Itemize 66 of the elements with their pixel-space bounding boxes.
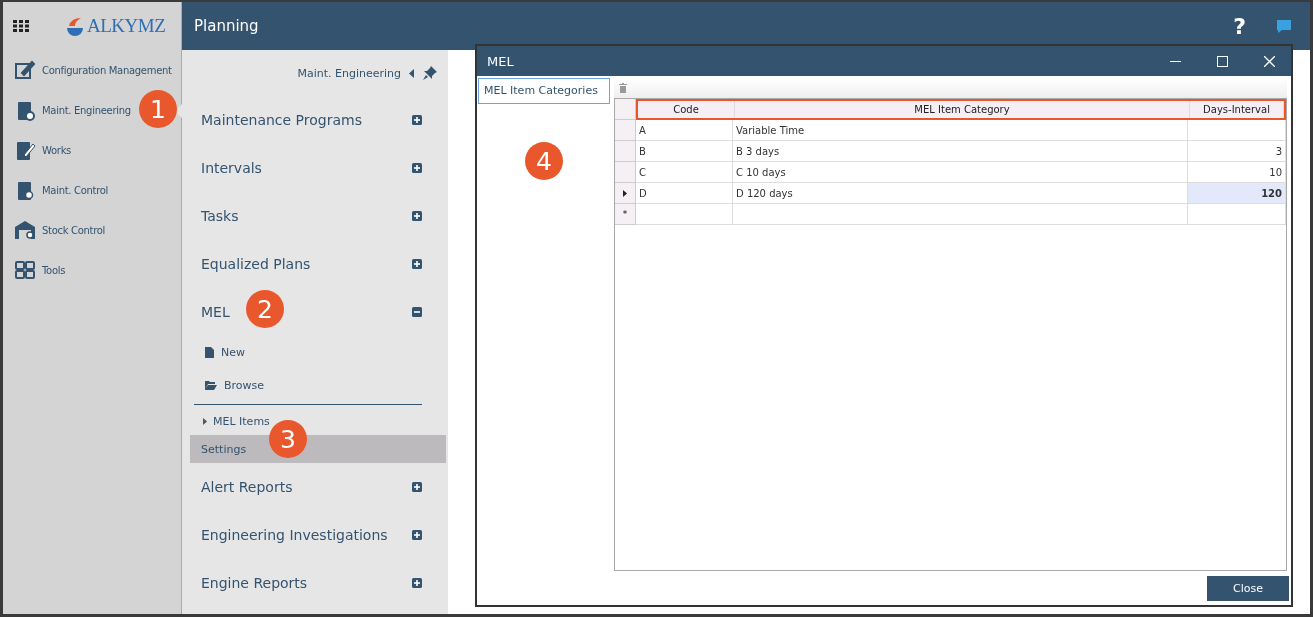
expand-toggle-icon[interactable] — [412, 578, 422, 588]
nav-item[interactable]: Maint. Control — [3, 170, 181, 210]
table-cell[interactable]: C 10 days — [733, 162, 1188, 183]
table-cell[interactable]: 120 — [1188, 183, 1286, 204]
menu-action[interactable]: New — [190, 336, 422, 369]
nav-icon — [14, 219, 36, 241]
table-cell[interactable]: Variable Time — [733, 120, 1188, 141]
grid-corner-header — [615, 99, 636, 120]
expand-toggle-icon[interactable] — [412, 482, 422, 492]
nav-icon — [14, 59, 36, 81]
table-cell[interactable]: B — [636, 141, 733, 162]
nav-icon — [14, 139, 36, 161]
logo-icon — [65, 16, 85, 36]
expand-toggle-icon[interactable] — [412, 163, 422, 173]
logo-text: ALKYMZ — [87, 15, 166, 37]
expand-toggle-icon[interactable] — [412, 530, 422, 540]
table-cell[interactable] — [636, 204, 733, 225]
delete-icon[interactable] — [619, 83, 627, 93]
column-header[interactable]: Days-Interval — [1190, 101, 1284, 118]
section-title[interactable]: Engine Reports — [201, 575, 308, 591]
expand-toggle-icon[interactable] — [412, 115, 422, 125]
table-cell[interactable]: A — [636, 120, 733, 141]
page-title: Planning — [194, 17, 259, 35]
expand-arrow-icon — [203, 417, 207, 425]
column-header[interactable]: Code — [638, 101, 735, 118]
section-title[interactable]: Maintenance Programs — [201, 112, 362, 128]
table-cell[interactable] — [733, 204, 1188, 225]
file-icon — [205, 347, 214, 358]
table-cell[interactable]: 3 — [1188, 141, 1286, 162]
section-title[interactable]: Intervals — [201, 160, 262, 176]
nav-item[interactable]: Tools — [3, 250, 181, 290]
expand-toggle-icon[interactable] — [412, 259, 422, 269]
apps-grid-icon[interactable] — [13, 20, 29, 32]
expand-toggle-icon[interactable] — [412, 211, 422, 221]
table-cell[interactable] — [1188, 204, 1286, 225]
category-tab[interactable]: MEL Item Categories — [478, 78, 610, 104]
help-icon[interactable]: ? — [1233, 13, 1246, 39]
table-cell[interactable]: B 3 days — [733, 141, 1188, 162]
table-cell[interactable]: D — [636, 183, 733, 204]
menu-action[interactable]: Browse — [190, 369, 422, 402]
pin-icon[interactable] — [422, 65, 438, 81]
nav-item[interactable]: Works — [3, 130, 181, 170]
nav-item[interactable]: Configuration Management — [3, 50, 181, 90]
expand-toggle-icon[interactable] — [412, 307, 422, 317]
breadcrumb: Maint. Engineering — [297, 66, 401, 80]
section-title[interactable]: Engineering Investigations — [201, 527, 388, 543]
table-cell[interactable]: C — [636, 162, 733, 183]
row-header[interactable] — [615, 183, 636, 204]
column-header[interactable]: MEL Item Category — [735, 101, 1190, 118]
close-icon[interactable] — [1264, 55, 1275, 67]
folder-icon — [205, 381, 217, 390]
maximize-icon[interactable] — [1217, 55, 1228, 67]
close-button[interactable]: Close — [1207, 575, 1289, 601]
collapse-arrow-icon[interactable] — [409, 68, 414, 78]
current-row-icon — [623, 189, 627, 197]
nav-icon — [14, 259, 36, 281]
nav-item[interactable]: Stock Control — [3, 210, 181, 250]
section-title[interactable]: Alert Reports — [201, 479, 293, 495]
section-title[interactable]: Equalized Plans — [201, 256, 311, 272]
table-cell[interactable] — [1188, 120, 1286, 141]
table-cell[interactable]: D 120 days — [733, 183, 1188, 204]
dialog-title: MEL — [487, 53, 514, 69]
chat-icon[interactable] — [1276, 18, 1292, 34]
section-title[interactable]: MEL — [201, 304, 230, 320]
row-header[interactable]: * — [615, 204, 636, 225]
section-title[interactable]: Tasks — [201, 208, 239, 224]
